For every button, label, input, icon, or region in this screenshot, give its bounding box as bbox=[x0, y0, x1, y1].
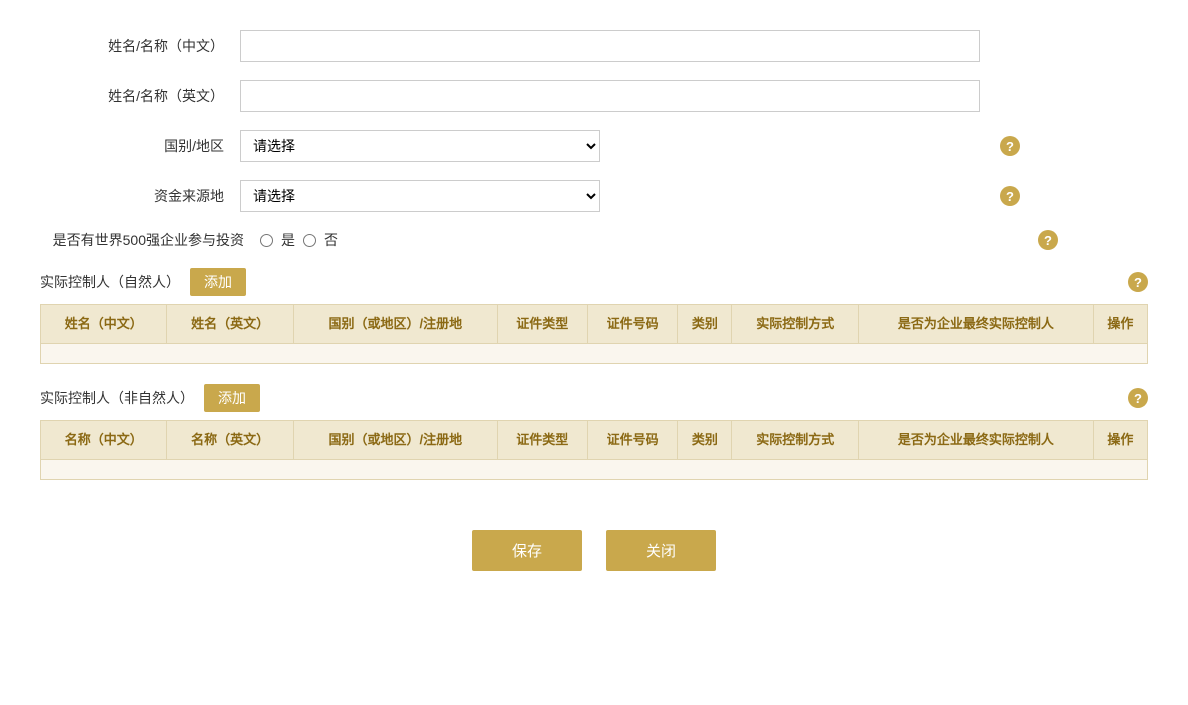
section2-col-6: 实际控制方式 bbox=[732, 421, 858, 460]
fortune500-control: 是 否 ? bbox=[260, 230, 1148, 250]
section1-header: 实际控制人（自然人） 添加 ? bbox=[40, 268, 1148, 296]
country-select[interactable]: 请选择 bbox=[240, 130, 600, 162]
fortune500-yes-radio[interactable] bbox=[260, 234, 273, 247]
section1-col-5: 类别 bbox=[678, 305, 732, 344]
section2-col-0: 名称（中文） bbox=[41, 421, 167, 460]
section2-empty-row bbox=[41, 460, 1148, 480]
section1-title: 实际控制人（自然人） bbox=[40, 272, 180, 292]
section1-empty-row bbox=[41, 344, 1148, 364]
country-row: 国别/地区 请选择 ? bbox=[40, 130, 1148, 162]
fortune500-radio-group: 是 否 bbox=[260, 230, 338, 250]
fund-source-select[interactable]: 请选择 bbox=[240, 180, 600, 212]
fund-source-help-icon[interactable]: ? bbox=[1000, 186, 1020, 206]
section1-add-button[interactable]: 添加 bbox=[190, 268, 246, 296]
fortune500-no-radio[interactable] bbox=[303, 234, 316, 247]
country-control: 请选择 ? bbox=[240, 130, 1148, 162]
name-en-row: 姓名/名称（英文） bbox=[40, 80, 1148, 112]
section2-table: 名称（中文） 名称（英文） 国别（或地区）/注册地 证件类型 证件号码 类别 实… bbox=[40, 420, 1148, 480]
section2-header: 实际控制人（非自然人） 添加 ? bbox=[40, 384, 1148, 412]
name-cn-row: 姓名/名称（中文） bbox=[40, 30, 1148, 62]
fortune500-row: 是否有世界500强企业参与投资 是 否 ? bbox=[40, 230, 1148, 250]
section1-col-6: 实际控制方式 bbox=[732, 305, 858, 344]
country-help-icon[interactable]: ? bbox=[1000, 136, 1020, 156]
section2-col-7: 是否为企业最终实际控制人 bbox=[858, 421, 1093, 460]
section2-help-icon[interactable]: ? bbox=[1128, 388, 1148, 408]
fortune500-label: 是否有世界500强企业参与投资 bbox=[40, 230, 260, 250]
section1-col-8: 操作 bbox=[1093, 305, 1147, 344]
country-label: 国别/地区 bbox=[40, 136, 240, 156]
fortune500-yes-label[interactable]: 是 bbox=[281, 230, 295, 250]
section2-col-8: 操作 bbox=[1093, 421, 1147, 460]
name-en-label: 姓名/名称（英文） bbox=[40, 86, 240, 106]
section1-col-0: 姓名（中文） bbox=[41, 305, 167, 344]
section2-col-3: 证件类型 bbox=[497, 421, 587, 460]
name-en-input[interactable] bbox=[240, 80, 980, 112]
section1-col-4: 证件号码 bbox=[587, 305, 677, 344]
section2-add-button[interactable]: 添加 bbox=[204, 384, 260, 412]
name-cn-label: 姓名/名称（中文） bbox=[40, 36, 240, 56]
section1-col-7: 是否为企业最终实际控制人 bbox=[858, 305, 1093, 344]
section2-title: 实际控制人（非自然人） bbox=[40, 388, 194, 408]
fortune500-help-icon[interactable]: ? bbox=[1038, 230, 1058, 250]
fund-source-control: 请选择 ? bbox=[240, 180, 1148, 212]
fund-source-row: 资金来源地 请选择 ? bbox=[40, 180, 1148, 212]
fund-source-label: 资金来源地 bbox=[40, 186, 240, 206]
section2-col-5: 类别 bbox=[678, 421, 732, 460]
bottom-buttons: 保存 关闭 bbox=[40, 530, 1148, 571]
name-en-control bbox=[240, 80, 1148, 112]
section1-col-3: 证件类型 bbox=[497, 305, 587, 344]
section1-table: 姓名（中文） 姓名（英文） 国别（或地区）/注册地 证件类型 证件号码 类别 实… bbox=[40, 304, 1148, 364]
section1-col-2: 国别（或地区）/注册地 bbox=[293, 305, 497, 344]
fortune500-no-label[interactable]: 否 bbox=[324, 230, 338, 250]
section1-help-icon[interactable]: ? bbox=[1128, 272, 1148, 292]
section2-col-1: 名称（英文） bbox=[167, 421, 293, 460]
save-button[interactable]: 保存 bbox=[472, 530, 582, 571]
section2-col-4: 证件号码 bbox=[587, 421, 677, 460]
name-cn-control bbox=[240, 30, 1148, 62]
name-cn-input[interactable] bbox=[240, 30, 980, 62]
close-button[interactable]: 关闭 bbox=[606, 530, 716, 571]
section2-col-2: 国别（或地区）/注册地 bbox=[293, 421, 497, 460]
section1-col-1: 姓名（英文） bbox=[167, 305, 293, 344]
